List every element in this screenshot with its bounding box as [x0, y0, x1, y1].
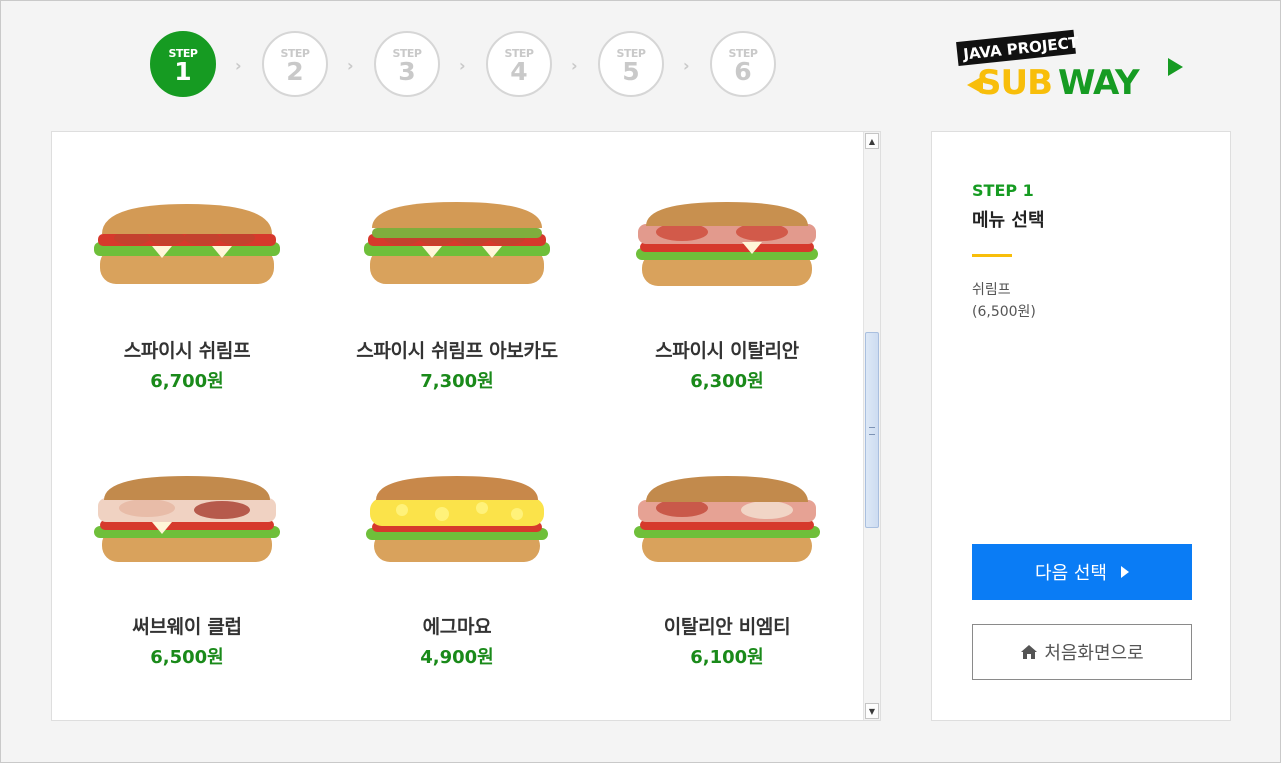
sandwich-image — [634, 476, 820, 562]
menu-item-name: 써브웨이 클럽 — [132, 616, 242, 638]
step-5[interactable]: STEP 5 — [598, 31, 664, 97]
menu-item[interactable]: 에그마요 4,900원 — [332, 474, 582, 669]
sandwich-image — [364, 202, 550, 284]
step-3-number: 3 — [398, 56, 416, 86]
home-icon — [1021, 645, 1038, 659]
step-4[interactable]: STEP 4 — [486, 31, 552, 97]
menu-item[interactable]: 써브웨이 클럽 6,500원 — [62, 474, 312, 669]
menu-item[interactable]: 스파이시 쉬림프 아보카도 7,300원 — [332, 198, 582, 393]
chevron-right-icon: › — [235, 56, 242, 75]
menu-item-name: 스파이시 쉬림프 — [123, 340, 251, 362]
chevron-right-icon: › — [683, 56, 690, 75]
order-summary-panel: STEP 1 메뉴 선택 쉬림프 (6,500원) 다음 선택 처음화면으로 — [931, 131, 1231, 721]
title-underline — [972, 254, 1012, 257]
next-button-label: 다음 선택 — [1035, 563, 1107, 584]
caret-right-icon — [1120, 566, 1129, 578]
sandwich-image — [94, 204, 280, 284]
scroll-up-button[interactable]: ▲ — [865, 133, 879, 149]
menu-item-name: 에그마요 — [422, 616, 492, 638]
home-button[interactable]: 처음화면으로 — [972, 624, 1192, 680]
step-3[interactable]: STEP 3 — [374, 31, 440, 97]
menu-item-name: 스파이시 이탈리안 — [655, 340, 799, 362]
menu-item-price: 6,500원 — [150, 647, 224, 668]
menu-item-price: 4,900원 — [420, 647, 494, 668]
menu-list-panel: 스파이시 쉬림프 6,700원 스파이시 쉬림프 아보카도 7,300원 스파이… — [51, 131, 881, 721]
menu-item-name: 스파이시 쉬림프 아보카도 — [356, 340, 558, 362]
selected-item-price: (6,500원) — [972, 304, 1036, 320]
step-5-number: 5 — [622, 56, 640, 86]
step-6-number: 6 — [734, 56, 752, 86]
step-1[interactable]: STEP 1 — [150, 31, 216, 97]
menu-item[interactable]: 스파이시 이탈리안 6,300원 — [602, 198, 852, 393]
chevron-right-icon: › — [459, 56, 466, 75]
menu-scrollbar[interactable]: ▲ ▼ — [863, 132, 880, 720]
menu-item-price: 7,300원 — [420, 371, 494, 392]
menu-item-price: 6,700원 — [150, 371, 224, 392]
sandwich-image — [366, 476, 548, 562]
step-2[interactable]: STEP 2 — [262, 31, 328, 97]
step-4-number: 4 — [510, 56, 528, 86]
menu-item[interactable]: 이탈리안 비엠티 6,100원 — [602, 474, 852, 669]
chevron-right-icon: › — [571, 56, 578, 75]
scroll-down-button[interactable]: ▼ — [865, 703, 879, 719]
step-2-number: 2 — [286, 56, 304, 86]
svg-text:WAY: WAY — [1058, 63, 1140, 103]
svg-text:SUB: SUB — [977, 63, 1052, 103]
menu-item[interactable]: 스파이시 쉬림프 6,700원 — [62, 198, 312, 393]
current-step-title: 메뉴 선택 — [972, 210, 1045, 231]
menu-item-name: 이탈리안 비엠티 — [663, 616, 791, 638]
menu-item-price: 6,100원 — [690, 647, 764, 668]
home-button-label: 처음화면으로 — [1044, 643, 1144, 664]
sandwich-image — [94, 476, 280, 562]
chevron-right-icon: › — [347, 56, 354, 75]
scroll-thumb[interactable] — [865, 332, 879, 528]
selected-item-name: 쉬림프 — [972, 282, 1011, 298]
step-1-number: 1 — [174, 56, 192, 86]
step-6[interactable]: STEP 6 — [710, 31, 776, 97]
next-button[interactable]: 다음 선택 — [972, 544, 1192, 600]
sandwich-image — [636, 202, 818, 286]
menu-item-price: 6,300원 — [690, 371, 764, 392]
current-step-label: STEP 1 — [972, 181, 1034, 200]
subway-logo: JAVA PROJECT SUB WAY — [955, 28, 1185, 103]
